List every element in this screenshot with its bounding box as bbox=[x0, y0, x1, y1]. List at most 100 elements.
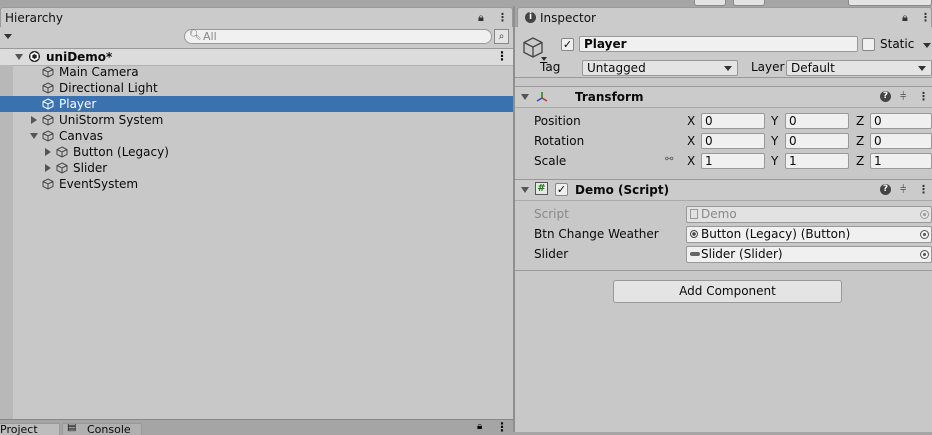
position-x-field[interactable]: 0 bbox=[701, 113, 765, 129]
kebab-menu-icon[interactable]: ⋮ bbox=[497, 11, 508, 24]
axis-y-label[interactable]: Y bbox=[771, 134, 778, 148]
console-tab-label: Console bbox=[87, 423, 131, 435]
help-icon[interactable]: ? bbox=[880, 91, 891, 102]
hierarchy-item-directional-light[interactable]: Directional Light bbox=[0, 80, 513, 96]
hierarchy-item-canvas[interactable]: Canvas bbox=[0, 128, 513, 144]
collapse-arrow-icon[interactable] bbox=[521, 94, 529, 100]
hierarchy-tab-bar: Hierarchy 🔒︎ ⋮ bbox=[0, 6, 513, 28]
btn-change-weather-label: Btn Change Weather bbox=[534, 227, 659, 241]
preset-icon[interactable]: ⫩ bbox=[900, 90, 906, 104]
tag-dropdown[interactable]: Untagged bbox=[582, 60, 738, 76]
collapse-arrow-icon[interactable] bbox=[521, 187, 529, 193]
kebab-menu-icon[interactable]: ⋮ bbox=[920, 11, 931, 24]
hierarchy-item-label: Main Camera bbox=[59, 65, 139, 79]
script-enabled-checkbox[interactable]: ✓ bbox=[555, 183, 568, 196]
axis-z-label[interactable]: Z bbox=[856, 114, 864, 128]
gameobject-cube-icon bbox=[42, 82, 54, 94]
axis-y-label[interactable]: Y bbox=[771, 154, 778, 168]
transform-axes-icon bbox=[535, 90, 549, 107]
hierarchy-item-label: Directional Light bbox=[59, 81, 158, 95]
scale-x-field[interactable]: 1 bbox=[701, 153, 765, 169]
scale-y-field[interactable]: 1 bbox=[785, 153, 849, 169]
rotation-z-value: 0 bbox=[874, 134, 882, 148]
hierarchy-toolbar: 🔍︎ All ⌕ bbox=[0, 27, 513, 49]
scale-x-value: 1 bbox=[705, 154, 713, 168]
help-icon[interactable]: ? bbox=[880, 184, 891, 195]
component-menu-icon[interactable]: ⋮ bbox=[918, 90, 929, 103]
scene-fold-icon[interactable] bbox=[15, 54, 23, 60]
expand-arrow-icon[interactable] bbox=[45, 148, 51, 156]
gameobject-cube-icon bbox=[42, 66, 54, 78]
hierarchy-item-player[interactable]: Player bbox=[0, 96, 513, 112]
hierarchy-item-label: Slider bbox=[73, 161, 108, 175]
axis-x-label[interactable]: X bbox=[687, 134, 695, 148]
tab-hierarchy[interactable]: Hierarchy 🔒︎ ⋮ bbox=[0, 7, 513, 28]
hierarchy-item-label: EventSystem bbox=[59, 177, 139, 191]
layer-label: Layer bbox=[751, 60, 785, 74]
position-z-value: 0 bbox=[874, 114, 882, 128]
scene-search-button[interactable]: ⌕ bbox=[494, 29, 509, 44]
tab-inspector-label: Inspector bbox=[540, 11, 596, 25]
inspector-panel: i Inspector 🔒︎ ⋮ ✓ Player Static Tag Unt… bbox=[515, 6, 932, 432]
slider-component-icon bbox=[690, 252, 700, 256]
axis-x-label[interactable]: X bbox=[687, 114, 695, 128]
lock-icon[interactable]: 🔒︎ bbox=[478, 11, 484, 25]
tab-inspector[interactable]: i Inspector 🔒︎ ⋮ bbox=[517, 7, 932, 28]
hierarchy-item-label: UniStorm System bbox=[59, 113, 164, 127]
collapse-arrow-icon[interactable] bbox=[30, 133, 38, 139]
rotation-x-field[interactable]: 0 bbox=[701, 133, 765, 149]
object-name-input[interactable]: Player bbox=[579, 36, 858, 52]
button-component-icon bbox=[690, 230, 698, 238]
layer-dropdown[interactable]: Default bbox=[786, 60, 932, 76]
script-file-icon bbox=[690, 209, 698, 219]
scene-name: uniDemo* bbox=[46, 50, 113, 64]
tab-console[interactable]: ▤ Console bbox=[62, 423, 142, 435]
script-field-label: Script bbox=[534, 207, 569, 221]
preset-icon[interactable]: ⫩ bbox=[900, 183, 906, 197]
hierarchy-item-eventsystem[interactable]: EventSystem bbox=[0, 176, 513, 192]
axis-x-label[interactable]: X bbox=[687, 154, 695, 168]
scale-z-field[interactable]: 1 bbox=[870, 153, 932, 169]
rotation-z-field[interactable]: 0 bbox=[870, 133, 932, 149]
script-component-header[interactable]: # ✓ Demo (Script) ? ⫩ ⋮ bbox=[515, 179, 932, 201]
gameobject-cube-icon bbox=[56, 162, 68, 174]
tab-project[interactable]: Project bbox=[0, 423, 60, 435]
hierarchy-item-button-legacy[interactable]: Button (Legacy) bbox=[0, 144, 513, 160]
lock-icon[interactable]: 🔒︎ bbox=[477, 421, 482, 432]
object-header: ✓ Player Static Tag Untagged Layer Defau… bbox=[515, 27, 932, 78]
object-picker-icon[interactable] bbox=[920, 230, 929, 239]
create-dropdown-icon[interactable] bbox=[4, 34, 12, 39]
expand-arrow-icon[interactable] bbox=[45, 164, 51, 172]
rotation-label: Rotation bbox=[534, 134, 585, 148]
transform-header[interactable]: Transform ? ⫩ ⋮ bbox=[515, 86, 932, 108]
axis-z-label[interactable]: Z bbox=[856, 134, 864, 148]
info-icon: i bbox=[525, 12, 536, 23]
hierarchy-item-unistorm-system[interactable]: UniStorm System bbox=[0, 112, 513, 128]
axis-z-label[interactable]: Z bbox=[856, 154, 864, 168]
rotation-y-field[interactable]: 0 bbox=[785, 133, 849, 149]
static-dropdown-arrow[interactable] bbox=[923, 43, 931, 48]
search-icon: 🔍︎ bbox=[189, 30, 202, 41]
hierarchy-item-main-camera[interactable]: Main Camera bbox=[0, 64, 513, 80]
constrain-proportions-link-icon[interactable]: ⚯ bbox=[665, 154, 673, 165]
static-checkbox[interactable] bbox=[862, 38, 875, 51]
active-checkbox[interactable]: ✓ bbox=[561, 38, 574, 51]
hierarchy-item-label: Button (Legacy) bbox=[73, 145, 169, 159]
position-x-value: 0 bbox=[705, 114, 713, 128]
slider-field[interactable]: Slider (Slider) bbox=[686, 246, 932, 263]
btn-change-weather-field[interactable]: Button (Legacy) (Button) bbox=[686, 226, 932, 243]
hierarchy-item-slider[interactable]: Slider bbox=[0, 160, 513, 176]
position-z-field[interactable]: 0 bbox=[870, 113, 932, 129]
component-menu-icon[interactable]: ⋮ bbox=[918, 183, 929, 196]
tab-hierarchy-label: Hierarchy bbox=[5, 11, 64, 25]
add-component-button[interactable]: Add Component bbox=[613, 280, 842, 303]
object-picker-icon[interactable] bbox=[920, 250, 929, 259]
axis-y-label[interactable]: Y bbox=[771, 114, 778, 128]
expand-arrow-icon[interactable] bbox=[31, 116, 37, 124]
search-input[interactable]: 🔍︎ All bbox=[184, 29, 492, 44]
scene-menu-icon[interactable]: ⋮ bbox=[496, 49, 508, 63]
lock-icon[interactable]: 🔒︎ bbox=[902, 11, 908, 25]
transform-title: Transform bbox=[575, 90, 644, 104]
rotation-x-value: 0 bbox=[705, 134, 713, 148]
position-y-field[interactable]: 0 bbox=[785, 113, 849, 129]
